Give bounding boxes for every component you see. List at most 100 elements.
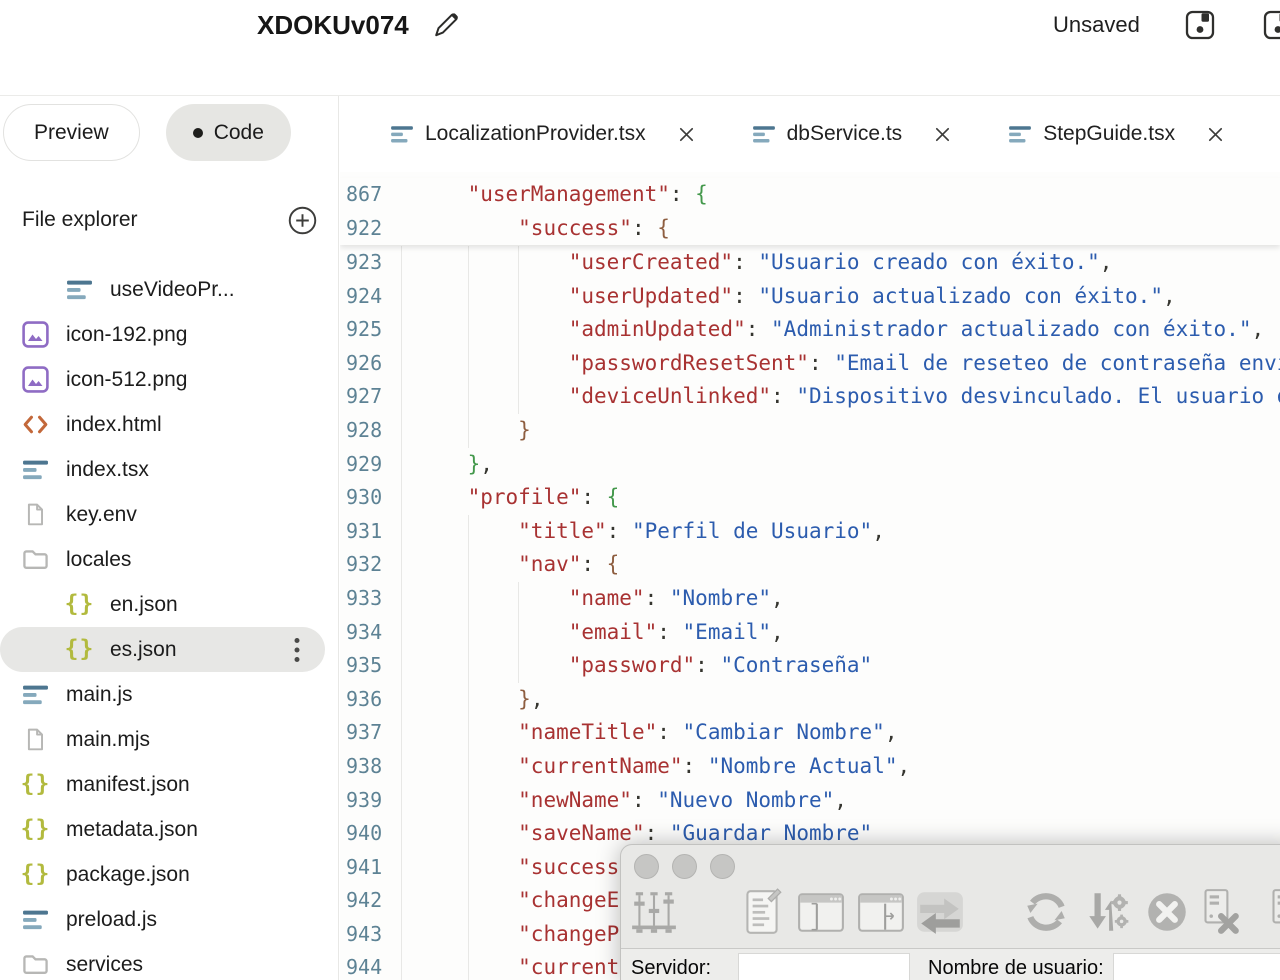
save-button[interactable] (1184, 9, 1216, 41)
code-line-content: "userManagement": { (402, 178, 1280, 212)
code-button[interactable]: Code (166, 104, 291, 161)
code-line[interactable]: 925 "adminUpdated": "Administrador actua… (340, 313, 1280, 347)
code-line-content: "password": "Contraseña" (402, 649, 1280, 683)
file-name: es.json (110, 638, 177, 662)
code-line[interactable]: 933 "name": "Nombre", (340, 582, 1280, 616)
file-name: useVideoPr... (110, 278, 235, 302)
sticky-code-line[interactable]: 922 "success": { (340, 212, 1280, 246)
mixer-icon[interactable] (629, 887, 679, 937)
file-item-locales[interactable]: locales (0, 537, 339, 582)
close-tab-icon[interactable] (1206, 125, 1225, 144)
save-secondary-button[interactable] (1262, 9, 1280, 41)
username-label: Nombre de usuario: (928, 957, 1104, 980)
sticky-code-line[interactable]: 867 "userManagement": { (340, 178, 1280, 212)
line-number: 923 (340, 246, 402, 280)
tab-dbservice.ts[interactable]: dbService.ts (752, 122, 953, 146)
line-number: 922 (340, 212, 402, 246)
code-line-content: "newName": "Nuevo Nombre", (402, 784, 1280, 818)
code-line[interactable]: 937 "nameTitle": "Cambiar Nombre", (340, 716, 1280, 750)
code-line[interactable]: 923 "userCreated": "Usuario creado con é… (340, 246, 1280, 280)
tab-stepguide.tsx[interactable]: StepGuide.tsx (1008, 122, 1225, 146)
file-item-manifest.json[interactable]: {} manifest.json (0, 762, 339, 807)
line-number: 924 (340, 280, 402, 314)
cancel-circle-icon[interactable] (1142, 887, 1192, 937)
kebab-menu-icon[interactable] (293, 637, 301, 663)
window-zoom-button[interactable] (710, 854, 735, 879)
code-lines-icon (752, 124, 776, 144)
window-controls (634, 854, 735, 879)
close-tab-icon[interactable] (677, 125, 696, 144)
code-lines-icon (66, 276, 93, 303)
layout-left-icon[interactable] (796, 887, 846, 937)
code-line[interactable]: 928 } (340, 414, 1280, 448)
username-input[interactable] (1113, 953, 1280, 980)
sort-gears-icon[interactable] (1082, 887, 1132, 937)
folder-icon (22, 546, 49, 573)
code-line[interactable]: 929 }, (340, 448, 1280, 482)
file-item-es.json[interactable]: {} es.json (0, 627, 325, 672)
add-file-button[interactable] (288, 206, 317, 235)
file-icon (22, 501, 49, 528)
tab-localizationprovider.tsx[interactable]: LocalizationProvider.tsx (390, 122, 696, 146)
code-line[interactable]: 939 "newName": "Nuevo Nombre", (340, 784, 1280, 818)
document-edit-icon[interactable] (737, 887, 787, 937)
file-item-index.tsx[interactable]: index.tsx (0, 447, 339, 492)
file-list: useVideoPr... icon-192.png icon-512.png … (0, 267, 339, 980)
transfer-arrows-icon[interactable] (915, 887, 965, 937)
code-line[interactable]: 926 "passwordResetSent": "Email de reset… (340, 347, 1280, 381)
code-line[interactable]: 936 }, (340, 683, 1280, 717)
preview-button-label: Preview (34, 121, 109, 145)
server-remove-icon[interactable] (1193, 887, 1243, 937)
code-line[interactable]: 934 "email": "Email", (340, 616, 1280, 650)
code-line[interactable]: 924 "userUpdated": "Usuario actualizado … (340, 280, 1280, 314)
file-item-services[interactable]: services (0, 942, 339, 980)
code-line-content: }, (402, 683, 1280, 717)
code-line-content: "nav": { (402, 548, 1280, 582)
code-line[interactable]: 932 "nav": { (340, 548, 1280, 582)
line-number: 867 (340, 178, 402, 212)
code-line[interactable]: 930 "profile": { (340, 481, 1280, 515)
file-item-key.env[interactable]: key.env (0, 492, 339, 537)
file-item-main.mjs[interactable]: main.mjs (0, 717, 339, 762)
code-lines-icon (22, 681, 49, 708)
code-line-content: "deviceUnlinked": "Dispositivo desvincul… (402, 380, 1280, 414)
file-name: preload.js (66, 908, 157, 932)
close-tab-icon[interactable] (933, 125, 952, 144)
code-line[interactable]: 927 "deviceUnlinked": "Dispositivo desvi… (340, 380, 1280, 414)
line-number: 939 (340, 784, 402, 818)
code-line-content: "title": "Perfil de Usuario", (402, 515, 1280, 549)
code-line-content: } (402, 414, 1280, 448)
line-number: 927 (340, 380, 402, 414)
window-close-button[interactable] (634, 854, 659, 879)
server-remove-partial-icon[interactable] (1261, 887, 1280, 937)
line-number: 936 (340, 683, 402, 717)
file-item-icon-192.png[interactable]: icon-192.png (0, 312, 339, 357)
file-item-metadata.json[interactable]: {} metadata.json (0, 807, 339, 852)
file-item-usevideopr...[interactable]: useVideoPr... (0, 267, 339, 312)
file-explorer-header: File explorer (0, 206, 339, 240)
window-minimize-button[interactable] (672, 854, 697, 879)
line-number: 930 (340, 481, 402, 515)
edit-title-button[interactable] (430, 11, 460, 41)
code-line[interactable]: 938 "currentName": "Nombre Actual", (340, 750, 1280, 784)
server-input[interactable] (738, 953, 910, 980)
code-line[interactable]: 931 "title": "Perfil de Usuario", (340, 515, 1280, 549)
view-toggle: Preview Code (3, 104, 291, 161)
file-item-main.js[interactable]: main.js (0, 672, 339, 717)
code-line-content: "nameTitle": "Cambiar Nombre", (402, 716, 1280, 750)
code-button-label: Code (214, 121, 264, 145)
preview-button[interactable]: Preview (3, 104, 140, 161)
file-item-index.html[interactable]: index.html (0, 402, 339, 447)
line-number: 944 (340, 951, 402, 980)
line-number: 935 (340, 649, 402, 683)
refresh-icon[interactable] (1021, 887, 1071, 937)
code-line-content: "name": "Nombre", (402, 582, 1280, 616)
layout-right-icon[interactable] (856, 887, 906, 937)
dialog-toolbar (621, 887, 1280, 948)
code-line[interactable]: 935 "password": "Contraseña" (340, 649, 1280, 683)
file-item-icon-512.png[interactable]: icon-512.png (0, 357, 339, 402)
file-item-package.json[interactable]: {} package.json (0, 852, 339, 897)
file-item-en.json[interactable]: {} en.json (0, 582, 339, 627)
file-name: locales (66, 548, 131, 572)
file-item-preload.js[interactable]: preload.js (0, 897, 339, 942)
